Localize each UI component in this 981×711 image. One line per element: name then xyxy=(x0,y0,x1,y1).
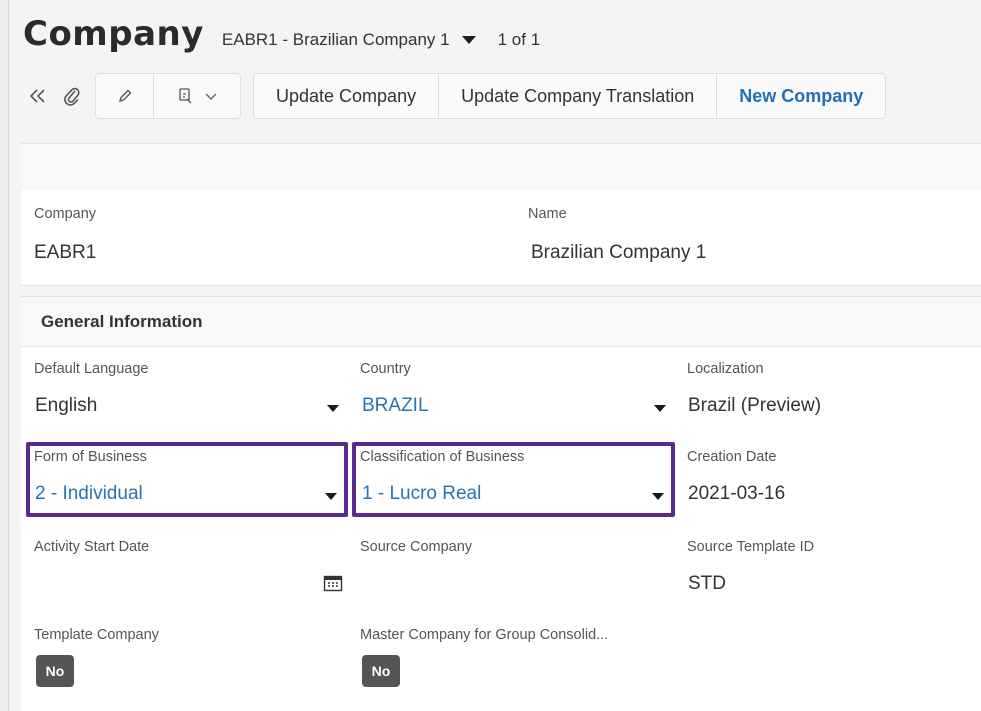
classification-of-business-label: Classification of Business xyxy=(360,449,525,465)
activity-start-date-field[interactable] xyxy=(34,565,344,599)
country-value[interactable]: BRAZIL xyxy=(362,395,429,417)
double-chevron-left-icon[interactable] xyxy=(21,73,55,119)
section-title: General Information xyxy=(41,312,203,331)
form-of-business-value[interactable]: 2 - Individual xyxy=(35,483,143,505)
record-count: 1 of 1 xyxy=(497,30,541,49)
source-template-id-label: Source Template ID xyxy=(687,539,815,555)
master-company-toggle[interactable]: No xyxy=(362,655,400,687)
classification-of-business-value[interactable]: 1 - Lucro Real xyxy=(362,483,481,505)
custom-object-icon xyxy=(179,88,192,104)
caret-down-icon[interactable] xyxy=(652,493,664,500)
activity-start-date-label: Activity Start Date xyxy=(34,539,150,555)
header-band xyxy=(21,143,981,190)
company-label: Company xyxy=(34,206,97,222)
edit-button-group xyxy=(95,73,241,119)
summary-panel: Company EABR1 Name Brazilian Company 1 xyxy=(21,190,981,286)
master-company-label: Master Company for Group Consolid... xyxy=(360,627,609,643)
form-of-business-field[interactable]: 2 - Individual xyxy=(34,477,342,511)
creation-date-label: Creation Date xyxy=(687,449,777,465)
classification-of-business-field[interactable]: 1 - Lucro Real xyxy=(360,477,668,511)
update-company-button[interactable]: Update Company xyxy=(254,74,440,118)
name-value: Brazilian Company 1 xyxy=(531,242,707,263)
caret-down-icon[interactable] xyxy=(654,405,666,412)
custom-objects-button[interactable] xyxy=(154,74,240,118)
command-button-group: Update Company Update Company Translatio… xyxy=(253,73,887,119)
caret-down-icon[interactable] xyxy=(327,405,339,412)
record-selector-label: EABR1 - Brazilian Company 1 xyxy=(221,30,450,49)
form-of-business-label: Form of Business xyxy=(34,449,147,465)
edit-button[interactable] xyxy=(96,74,154,118)
template-company-toggle[interactable]: No xyxy=(36,655,74,687)
country-field[interactable]: BRAZIL xyxy=(360,389,670,423)
default-language-label: Default Language xyxy=(34,361,149,377)
page-header: Company EABR1 - Brazilian Company 1 1 of… xyxy=(23,14,540,54)
default-language-value: English xyxy=(35,395,98,416)
creation-date-value: 2021-03-16 xyxy=(688,483,786,504)
country-label: Country xyxy=(360,361,411,377)
app-frame: Company EABR1 - Brazilian Company 1 1 of… xyxy=(8,0,981,711)
template-company-label: Template Company xyxy=(34,627,159,643)
general-information-section: General Information Default Language Eng… xyxy=(21,296,981,711)
pencil-icon xyxy=(118,89,131,103)
section-header[interactable]: General Information xyxy=(21,297,981,347)
page-title: Company xyxy=(23,14,204,54)
source-company-label: Source Company xyxy=(360,539,473,555)
caret-down-icon[interactable] xyxy=(325,493,337,500)
caret-down-icon[interactable] xyxy=(461,36,476,44)
localization-label: Localization xyxy=(687,361,764,377)
paperclip-icon[interactable] xyxy=(55,73,89,119)
name-label: Name xyxy=(528,206,567,222)
source-template-id-value: STD xyxy=(688,573,726,594)
record-selector[interactable]: EABR1 - Brazilian Company 1 xyxy=(222,30,476,50)
default-language-field[interactable]: English xyxy=(34,389,344,423)
new-company-button[interactable]: New Company xyxy=(717,74,885,118)
chevron-down-icon xyxy=(205,89,217,104)
toolbar: Update Company Update Company Translatio… xyxy=(21,73,887,119)
company-value: EABR1 xyxy=(34,242,97,263)
calendar-icon[interactable] xyxy=(323,574,343,592)
update-company-translation-button[interactable]: Update Company Translation xyxy=(439,74,718,118)
localization-value: Brazil (Preview) xyxy=(688,395,822,416)
